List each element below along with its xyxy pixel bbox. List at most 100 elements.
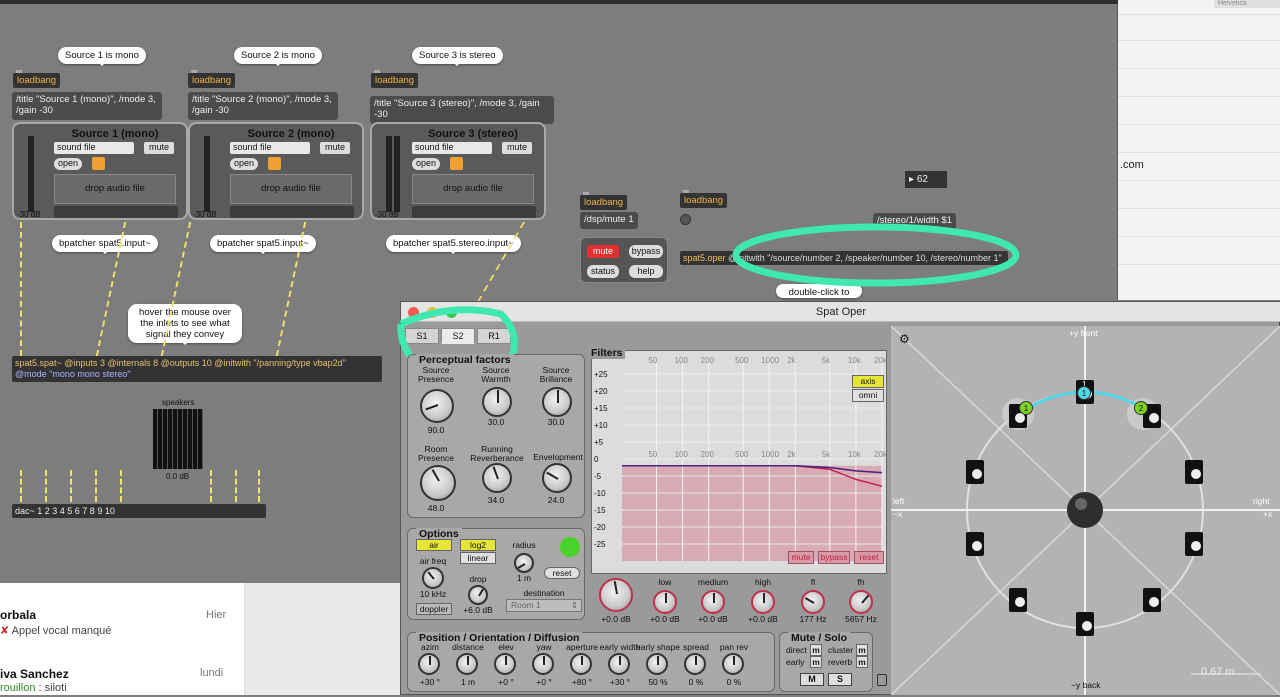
source-warmth-knob[interactable]: [482, 387, 512, 417]
transport-bar[interactable]: [54, 206, 178, 218]
drop-audio-zone[interactable]: drop audio file: [230, 174, 352, 204]
position-knob-spread[interactable]: [684, 653, 706, 675]
source-1-marker[interactable]: 1: [1019, 401, 1033, 415]
speaker-icon[interactable]: [1076, 612, 1094, 636]
linear-toggle[interactable]: linear: [460, 552, 496, 564]
position-knob-elev[interactable]: [494, 653, 516, 675]
destination-select[interactable]: Room 1 ⇕: [506, 599, 582, 612]
filter-reset-button[interactable]: reset: [854, 551, 884, 564]
open-button[interactable]: open: [412, 158, 440, 170]
log2-toggle[interactable]: log2: [460, 539, 496, 551]
title-message-1[interactable]: /title "Source 1 (mono)", /mode 3, /gain…: [12, 92, 162, 120]
sound-file-select[interactable]: sound file: [230, 142, 310, 154]
loadbang-3[interactable]: loadbang: [371, 70, 419, 88]
omni-toggle[interactable]: omni: [852, 389, 884, 402]
position-knob-aperture[interactable]: [570, 653, 592, 675]
bypass-button[interactable]: bypass: [629, 245, 663, 258]
filter-gain-knob[interactable]: [599, 578, 633, 612]
drop-knob[interactable]: [468, 585, 488, 605]
loop-toggle-icon[interactable]: [450, 157, 463, 170]
speaker-icon[interactable]: [1009, 588, 1027, 612]
mute-button[interactable]: mute: [502, 142, 532, 154]
drop-audio-zone[interactable]: drop audio file: [54, 174, 176, 204]
filter-bypass-button[interactable]: bypass: [818, 551, 850, 564]
position-knob-early-width[interactable]: [608, 653, 630, 675]
room-presence-knob[interactable]: [420, 465, 456, 501]
spat5-spat-object[interactable]: spat5.spat~ @inputs 3 @internals 8 @outp…: [12, 356, 382, 382]
filter-response-graph[interactable]: 50 50 100 100 200 200 500 500 1000 1000 2k 2k 5k 5k 10…: [591, 350, 888, 575]
open-button[interactable]: open: [54, 158, 82, 170]
doppler-toggle[interactable]: doppler: [416, 603, 452, 615]
source-2-marker[interactable]: 2: [1134, 401, 1148, 415]
source-panel-1: Source 1 (mono) -30 dB sound file mute o…: [12, 122, 188, 220]
sound-file-select[interactable]: sound file: [412, 142, 492, 154]
drop-audio-zone[interactable]: drop audio file: [412, 174, 534, 204]
sound-file-select[interactable]: sound file: [54, 142, 134, 154]
speaker-icon[interactable]: [1185, 460, 1203, 484]
loop-toggle-icon[interactable]: [92, 157, 105, 170]
transport-bar[interactable]: [412, 206, 536, 218]
signal-cable: [70, 470, 72, 502]
bang-button[interactable]: [680, 214, 691, 225]
envelopment-knob[interactable]: [542, 463, 572, 493]
filter-high-knob[interactable]: [751, 590, 775, 614]
air-freq-knob[interactable]: [422, 567, 444, 589]
filters-group: Filters 50 50 100 100 200 200 500 500 1000 1000 2k…: [589, 347, 888, 628]
position-knob-distance[interactable]: [456, 653, 478, 675]
gear-icon[interactable]: ⚙: [899, 332, 910, 346]
speaker-icon[interactable]: [1143, 588, 1161, 612]
title-message-2[interactable]: /title "Source 2 (mono)", /mode 3, /gain…: [188, 92, 338, 120]
dsp-mute-message[interactable]: /dsp/mute 1: [580, 212, 638, 229]
filter-mute-button[interactable]: mute: [788, 551, 814, 564]
speaker-icon[interactable]: [966, 460, 984, 484]
chat-name[interactable]: orbala: [0, 608, 36, 622]
loop-toggle-icon[interactable]: [268, 157, 281, 170]
master-solo-button[interactable]: S: [828, 673, 852, 686]
position-knob-pan-rev[interactable]: [722, 653, 744, 675]
direct-mute[interactable]: m: [810, 644, 822, 656]
filter-fh-knob[interactable]: [849, 590, 873, 614]
mute-button[interactable]: mute: [320, 142, 350, 154]
radius-knob[interactable]: [514, 553, 534, 573]
axis-toggle[interactable]: axis: [852, 375, 884, 388]
filter-fl-knob[interactable]: [801, 590, 825, 614]
mute-button[interactable]: mute: [144, 142, 174, 154]
filter-low-knob[interactable]: [653, 590, 677, 614]
freq-tick: 10k: [848, 450, 862, 459]
stereo-source-marker[interactable]: 1: [1077, 386, 1091, 400]
lock-icon[interactable]: [877, 674, 887, 686]
open-button[interactable]: open: [230, 158, 258, 170]
reverb-mute[interactable]: m: [856, 656, 868, 668]
loadbang-2[interactable]: loadbang: [188, 70, 236, 88]
number-box[interactable]: ▸ 62: [905, 171, 947, 188]
dac-object[interactable]: dac~ 1 2 3 4 5 6 7 8 9 10: [12, 504, 266, 518]
help-button[interactable]: help: [629, 265, 663, 278]
source-presence-knob[interactable]: [420, 389, 454, 423]
chat-name[interactable]: iva Sanchez: [0, 667, 69, 681]
master-mute-button[interactable]: M: [800, 673, 824, 686]
position-knob-azim[interactable]: [418, 653, 440, 675]
position-knob-yaw[interactable]: [532, 653, 554, 675]
position-knob-early-shape[interactable]: [646, 653, 668, 675]
early-mute[interactable]: m: [810, 656, 822, 668]
loadbang-1[interactable]: loadbang: [13, 70, 61, 88]
running-reverberance-knob[interactable]: [482, 463, 512, 493]
loadbang-oper[interactable]: loadbang: [680, 190, 728, 208]
source-brillance-knob[interactable]: [542, 387, 572, 417]
level-meter: [204, 136, 210, 212]
air-toggle[interactable]: air: [416, 539, 452, 551]
speaker-radar-view[interactable]: +y front −y back left −x right +x 0.67 m…: [890, 325, 1280, 696]
filter-medium-knob[interactable]: [701, 590, 725, 614]
speaker-icon[interactable]: [1185, 532, 1203, 556]
title-message-3[interactable]: /title "Source 3 (stereo)", /mode 3, /ga…: [370, 96, 554, 124]
speaker-icon[interactable]: [966, 532, 984, 556]
status-button[interactable]: status: [587, 265, 619, 278]
cluster-mute[interactable]: m: [856, 644, 868, 656]
transport-bar[interactable]: [230, 206, 354, 218]
options-reset-button[interactable]: reset: [544, 567, 580, 579]
mute-toggle[interactable]: mute: [587, 245, 619, 258]
filter-chart-svg[interactable]: 50 50 100 100 200 200 500 500 1000 1000 2k 2k 5k 5k 10…: [592, 351, 888, 575]
loadbang-dsp[interactable]: loadbang: [580, 192, 628, 210]
signal-cable: [120, 470, 122, 502]
perceptual-factors-group: Perceptual factors Source Presence 90.0 …: [407, 354, 585, 518]
